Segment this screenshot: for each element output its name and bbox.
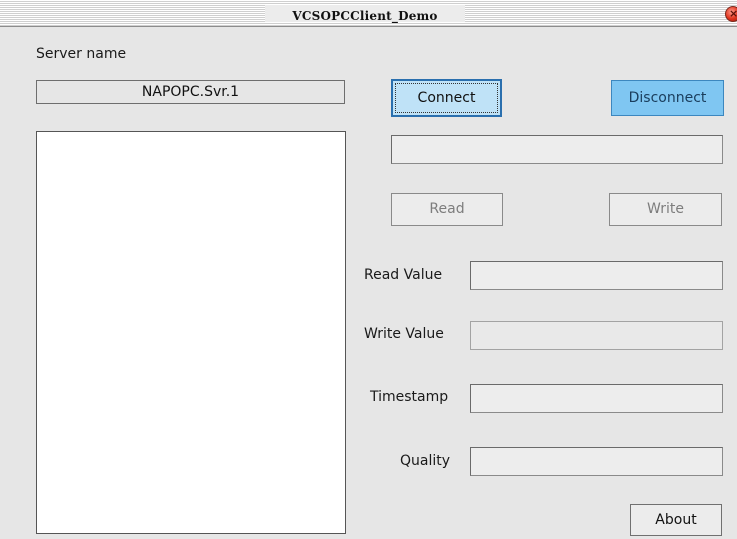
write-value-field[interactable] bbox=[470, 321, 723, 350]
close-icon: × bbox=[729, 7, 737, 20]
read-value-label: Read Value bbox=[364, 267, 443, 283]
item-list-box[interactable] bbox=[36, 131, 346, 534]
title-plate: VCSOPCClient_Demo bbox=[265, 5, 465, 23]
timestamp-field[interactable] bbox=[470, 384, 723, 413]
connect-button-label: Connect bbox=[417, 90, 476, 106]
app-window: VCSOPCClient_Demo × Server name NAPOPC.S… bbox=[0, 0, 737, 539]
close-button[interactable]: × bbox=[725, 6, 737, 22]
read-button[interactable]: Read bbox=[391, 193, 503, 226]
title-bar[interactable]: VCSOPCClient_Demo × bbox=[0, 0, 737, 27]
write-value-label: Write Value bbox=[364, 326, 444, 342]
quality-field[interactable] bbox=[470, 447, 723, 476]
connect-button[interactable]: Connect bbox=[391, 79, 502, 117]
disconnect-button[interactable]: Disconnect bbox=[611, 80, 724, 116]
status-field[interactable] bbox=[391, 135, 723, 164]
timestamp-label: Timestamp bbox=[370, 389, 449, 405]
about-button[interactable]: About bbox=[630, 504, 722, 536]
window-title: VCSOPCClient_Demo bbox=[292, 9, 438, 23]
write-button[interactable]: Write bbox=[609, 193, 722, 226]
quality-label: Quality bbox=[400, 453, 451, 469]
server-name-label: Server name bbox=[36, 46, 127, 62]
read-value-field[interactable] bbox=[470, 261, 723, 290]
server-name-field[interactable]: NAPOPC.Svr.1 bbox=[36, 80, 345, 104]
